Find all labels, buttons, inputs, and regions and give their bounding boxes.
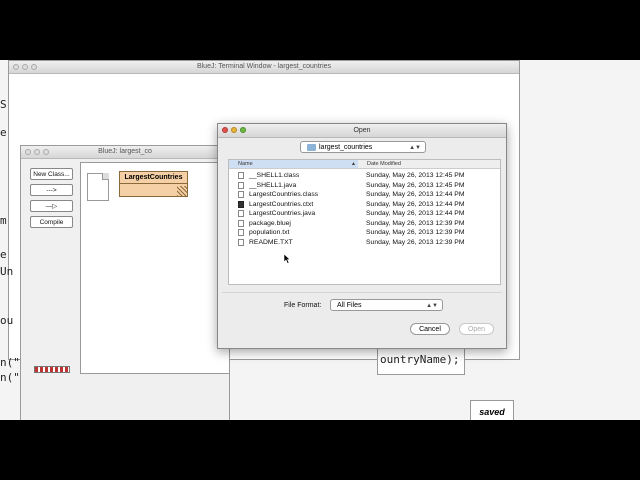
bluej-file-icon: [238, 219, 244, 227]
minimize-window-icon[interactable]: [34, 149, 40, 155]
window-controls: [222, 127, 246, 133]
editor-code-area[interactable]: ountryName);: [377, 347, 465, 375]
dialog-titlebar[interactable]: Open: [218, 124, 506, 138]
file-format-value: All Files: [337, 302, 362, 309]
project-window: BlueJ: largest_co New Class... ---> —▷ C…: [20, 145, 230, 420]
code-fragment: S: [0, 98, 7, 111]
code-fragment: ou: [0, 314, 14, 327]
minimize-window-icon[interactable]: [22, 64, 28, 70]
zoom-window-icon[interactable]: [31, 64, 37, 70]
code-line: ountryName);: [380, 353, 460, 366]
file-date: Sunday, May 26, 2013 12:45 PM: [366, 172, 465, 179]
file-date: Sunday, May 26, 2013 12:39 PM: [366, 219, 465, 227]
window-controls: [13, 64, 37, 70]
progress-indicator: [34, 366, 70, 373]
file-date: Sunday, May 26, 2013 12:39 PM: [366, 229, 465, 236]
project-title: BlueJ: largest_co: [98, 148, 152, 155]
file-date: Sunday, May 26, 2013 12:44 PM: [366, 200, 465, 208]
zoom-window-icon[interactable]: [43, 149, 49, 155]
column-header-date[interactable]: Date Modified: [367, 160, 401, 168]
zoom-window-icon[interactable]: [240, 127, 246, 133]
close-window-icon[interactable]: [222, 127, 228, 133]
file-name: population.txt: [249, 229, 290, 236]
compile-button[interactable]: Compile: [30, 216, 73, 228]
file-row[interactable]: LargestCountries.class Sunday, May 26, 2…: [229, 190, 500, 200]
open-button[interactable]: Open: [459, 323, 494, 335]
ctxt-file-icon: [238, 200, 244, 208]
uses-arrow-button[interactable]: --->: [30, 184, 73, 196]
text-file-icon: [238, 229, 244, 236]
minimize-window-icon[interactable]: [231, 127, 237, 133]
code-fragment: e: [0, 248, 7, 261]
window-controls: [25, 149, 49, 155]
sort-ascending-icon: ▲: [351, 161, 356, 167]
updown-chevron-icon: ▲▼: [426, 303, 438, 309]
file-row[interactable]: __SHELL1.java Sunday, May 26, 2013 12:45…: [229, 181, 500, 191]
mouse-cursor-icon: [284, 254, 291, 264]
folder-name: largest_countries: [319, 144, 373, 151]
screen: BlueJ: Terminal Window - largest_countri…: [0, 60, 640, 420]
file-row[interactable]: README.TXT Sunday, May 26, 2013 12:39 PM: [229, 238, 500, 248]
file-row[interactable]: population.txt Sunday, May 26, 2013 12:3…: [229, 228, 500, 238]
folder-path-popup[interactable]: largest_countries ▲▼: [300, 141, 426, 153]
code-fragment: m: [0, 214, 7, 227]
file-row[interactable]: LargestCountries.ctxt Sunday, May 26, 20…: [229, 200, 500, 210]
file-row[interactable]: __SHELL1.class Sunday, May 26, 2013 12:4…: [229, 171, 500, 181]
open-dialog: Open largest_countries ▲▼ Name ▲ Date Mo…: [217, 123, 507, 349]
text-file-icon: [238, 238, 244, 246]
uncompiled-hatch-icon: [177, 186, 187, 196]
java-file-icon: [238, 181, 244, 189]
file-name: README.TXT: [249, 238, 293, 246]
file-row[interactable]: LargestCountries.java Sunday, May 26, 20…: [229, 209, 500, 219]
file-format-label: File Format:: [284, 302, 322, 309]
terminal-title: BlueJ: Terminal Window - largest_countri…: [196, 63, 332, 70]
terminal-titlebar[interactable]: BlueJ: Terminal Window - largest_countri…: [9, 61, 519, 74]
column-header-name[interactable]: Name: [229, 160, 358, 168]
class-largestcountries[interactable]: LargestCountries: [119, 171, 188, 197]
close-window-icon[interactable]: [13, 64, 19, 70]
new-class-button[interactable]: New Class...: [30, 168, 73, 180]
code-fragment: n(": [0, 371, 20, 384]
inheritance-arrow-button[interactable]: —▷: [30, 200, 73, 212]
updown-chevron-icon: ▲▼: [409, 145, 421, 151]
file-name: LargestCountries.ctxt: [249, 200, 314, 208]
file-list-header: Name ▲ Date Modified: [229, 160, 500, 169]
code-fragment: n(": [0, 356, 20, 369]
file-name: LargestCountries.class: [249, 191, 319, 198]
project-titlebar[interactable]: BlueJ: largest_co: [21, 146, 229, 159]
file-list[interactable]: Name ▲ Date Modified __SHELL1.class Sund…: [228, 159, 501, 285]
file-date: Sunday, May 26, 2013 12:45 PM: [366, 181, 465, 189]
file-date: Sunday, May 26, 2013 12:44 PM: [366, 191, 465, 198]
folder-icon: [307, 144, 316, 151]
class-diagram-canvas[interactable]: LargestCountries: [80, 162, 230, 374]
saved-status: saved: [470, 400, 514, 420]
file-date: Sunday, May 26, 2013 12:39 PM: [366, 238, 465, 246]
file-row[interactable]: package.bluej Sunday, May 26, 2013 12:39…: [229, 219, 500, 229]
code-fragment: e: [0, 126, 7, 139]
file-format-bar: File Format: All Files ▲▼: [222, 292, 502, 319]
close-window-icon[interactable]: [25, 149, 31, 155]
java-file-icon: [238, 210, 244, 217]
code-fragment: Un: [0, 265, 14, 278]
file-name: __SHELL1.class: [249, 172, 300, 179]
file-name: package.bluej: [249, 219, 291, 227]
class-file-icon: [238, 172, 244, 179]
file-name: __SHELL1.java: [249, 181, 297, 189]
class-file-icon: [238, 191, 244, 198]
file-name: LargestCountries.java: [249, 210, 316, 217]
readme-document-icon[interactable]: [87, 173, 109, 201]
file-format-select[interactable]: All Files ▲▼: [330, 299, 443, 311]
file-date: Sunday, May 26, 2013 12:44 PM: [366, 210, 465, 217]
class-name-label: LargestCountries: [120, 172, 187, 184]
dialog-title: Open: [353, 127, 371, 134]
cancel-button[interactable]: Cancel: [410, 323, 450, 335]
